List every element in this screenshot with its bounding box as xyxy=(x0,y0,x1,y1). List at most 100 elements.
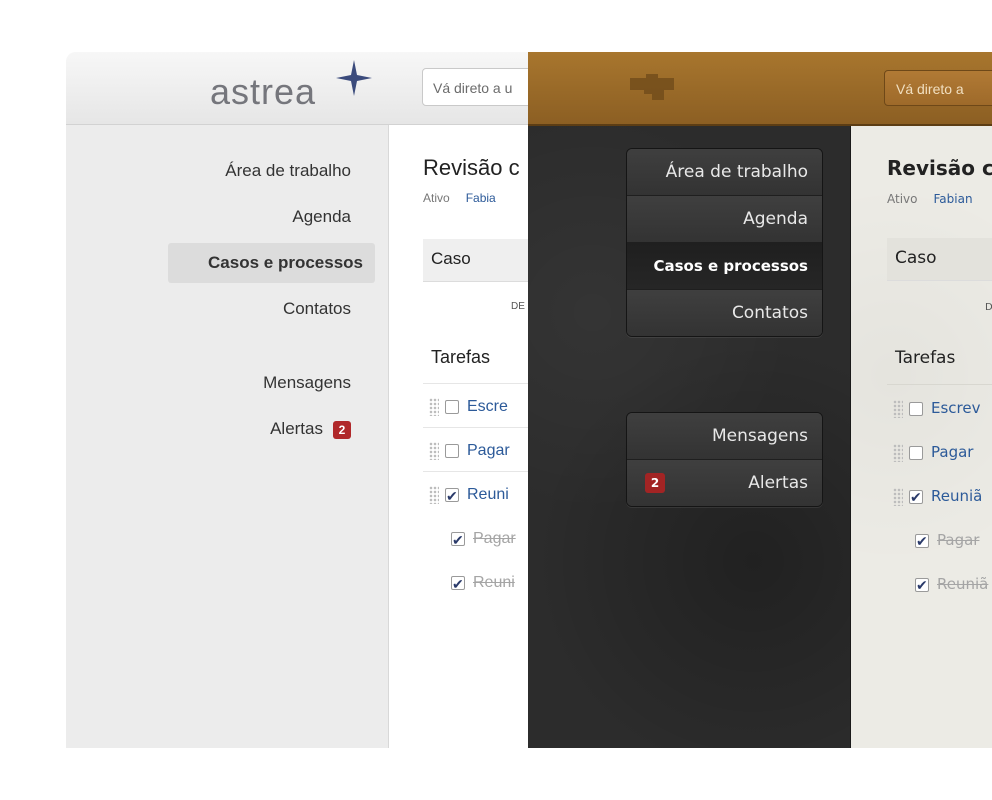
drag-handle-icon[interactable] xyxy=(429,485,439,504)
task-title-done[interactable]: Reuniã xyxy=(937,575,988,593)
drag-handle-icon[interactable] xyxy=(429,397,439,416)
case-meta: Ativo Fabia xyxy=(423,191,496,205)
astrea-logo[interactable]: astrea xyxy=(210,60,382,112)
sidebar-item-label: Área de trabalho xyxy=(225,161,351,180)
sidebar-item-label: Alertas xyxy=(270,419,323,438)
nav-group-primary: Área de trabalho Agenda Casos e processo… xyxy=(626,148,823,337)
task-checkbox-checked[interactable] xyxy=(915,574,929,598)
task-row[interactable]: Reuni xyxy=(429,483,509,508)
tasks-heading: Tarefas xyxy=(431,347,491,367)
case-label: Caso xyxy=(431,249,471,268)
sidebar-item-casos-e-processos[interactable]: Casos e processos xyxy=(627,243,822,290)
puzzle-logo-icon[interactable] xyxy=(624,70,680,106)
drag-handle-icon[interactable] xyxy=(429,441,439,460)
alert-count-badge: 2 xyxy=(645,473,665,493)
task-title[interactable]: Escre xyxy=(467,398,508,415)
sidebar: Área de trabalho Agenda Casos e processo… xyxy=(66,125,389,748)
case-section-header: Caso xyxy=(423,239,528,282)
comparison-frame: astrea Vá direto a u Área de trabalho Ag… xyxy=(66,52,992,748)
divider xyxy=(887,384,992,385)
sidebar-item-area-de-trabalho[interactable]: Área de trabalho xyxy=(627,149,822,196)
task-checkbox-checked[interactable] xyxy=(445,484,459,508)
sidebar-item-label: Alertas xyxy=(748,473,808,493)
task-row-completed[interactable]: Reuniã xyxy=(915,572,988,598)
task-row-completed[interactable]: Pagar xyxy=(915,528,979,554)
search-input[interactable]: Vá direto a xyxy=(884,70,992,106)
de-label: D xyxy=(985,302,992,313)
drag-handle-icon[interactable] xyxy=(893,399,903,418)
drag-handle-icon[interactable] xyxy=(893,443,903,462)
task-title[interactable]: Pagar xyxy=(467,442,510,459)
paper-main-content: Revisão co Ativo Fabian Caso D Tarefas Es… xyxy=(851,126,992,748)
sidebar-item-label: Agenda xyxy=(292,207,351,226)
sidebar-item-label: Casos e processos xyxy=(653,257,808,275)
task-title-done[interactable]: Reuni xyxy=(473,574,515,591)
page-title: Revisão c xyxy=(423,155,520,180)
task-checkbox[interactable] xyxy=(445,399,459,414)
divider xyxy=(423,427,528,428)
case-section-header: Caso xyxy=(887,238,992,281)
sidebar-item-casos-e-processos[interactable]: Casos e processos xyxy=(168,243,375,283)
task-row[interactable]: Escrev xyxy=(893,396,980,420)
case-label: Caso xyxy=(895,248,937,268)
task-checkbox-checked[interactable] xyxy=(909,486,923,510)
sidebar-item-mensagens[interactable]: Mensagens xyxy=(627,413,822,460)
task-row-completed[interactable]: Reuni xyxy=(451,571,515,596)
task-title-done[interactable]: Pagar xyxy=(473,530,516,547)
sidebar-item-agenda[interactable]: Agenda xyxy=(627,196,822,243)
star-icon xyxy=(336,60,372,96)
skeuomorphic-panel: Vá direto a Área de trabalho Agenda Caso… xyxy=(528,52,992,748)
status-text: Ativo xyxy=(887,192,918,206)
sidebar-item-contatos[interactable]: Contatos xyxy=(627,290,822,336)
task-checkbox-checked[interactable] xyxy=(451,528,465,552)
divider xyxy=(423,383,528,384)
task-title[interactable]: Reuniã xyxy=(931,487,982,505)
sidebar-item-alertas[interactable]: 2 Alertas xyxy=(627,460,822,506)
sidebar-item-alertas[interactable]: Alertas 2 xyxy=(254,409,363,449)
status-text: Ativo xyxy=(423,191,450,205)
task-checkbox-checked[interactable] xyxy=(451,572,465,596)
sidebar-item-label: Área de trabalho xyxy=(665,162,808,182)
sidebar-item-agenda[interactable]: Agenda xyxy=(276,197,363,237)
sidebar-item-label: Casos e processos xyxy=(208,253,363,272)
sidebar-item-label: Agenda xyxy=(743,209,808,229)
sidebar-item-contatos[interactable]: Contatos xyxy=(267,289,363,329)
task-row[interactable]: Pagar xyxy=(893,440,973,464)
leather-sidebar: Área de trabalho Agenda Casos e processo… xyxy=(528,126,851,748)
sidebar-item-label: Mensagens xyxy=(711,426,808,446)
task-row[interactable]: Escre xyxy=(429,395,508,419)
task-row-completed[interactable]: Pagar xyxy=(451,527,516,552)
de-label: DE xyxy=(511,301,525,312)
nav-group-secondary: Mensagens 2 Alertas xyxy=(626,412,823,507)
main-content: Revisão c Ativo Fabia Caso DE Tarefas Esc… xyxy=(389,125,528,748)
sidebar-item-area-de-trabalho[interactable]: Área de trabalho xyxy=(209,151,363,191)
task-title[interactable]: Escrev xyxy=(931,399,980,417)
task-checkbox[interactable] xyxy=(445,443,459,458)
task-checkbox-checked[interactable] xyxy=(915,530,929,554)
search-input[interactable]: Vá direto a u xyxy=(422,68,528,106)
task-checkbox[interactable] xyxy=(909,401,923,416)
task-row[interactable]: Pagar xyxy=(429,439,510,463)
sidebar-item-label: Mensagens xyxy=(263,373,351,392)
search-placeholder: Vá direto a u xyxy=(433,80,513,96)
logo-text: astrea xyxy=(210,71,317,112)
flat-design-panel: astrea Vá direto a u Área de trabalho Ag… xyxy=(66,52,528,748)
case-meta: Ativo Fabian xyxy=(887,192,973,206)
task-title[interactable]: Pagar xyxy=(931,443,973,461)
header-bar: astrea Vá direto a u xyxy=(66,52,528,125)
tasks-heading: Tarefas xyxy=(895,348,956,368)
divider xyxy=(423,471,528,472)
sidebar-item-label: Contatos xyxy=(731,303,808,323)
owner-link[interactable]: Fabia xyxy=(466,191,496,205)
task-title[interactable]: Reuni xyxy=(467,486,509,503)
sidebar-item-mensagens[interactable]: Mensagens xyxy=(247,363,363,403)
alert-count-badge: 2 xyxy=(333,420,351,439)
task-row[interactable]: Reuniã xyxy=(893,484,982,510)
search-placeholder: Vá direto a xyxy=(896,81,964,97)
page-title: Revisão co xyxy=(887,156,992,180)
owner-link[interactable]: Fabian xyxy=(933,192,972,206)
task-title-done[interactable]: Pagar xyxy=(937,531,979,549)
sidebar-item-label: Contatos xyxy=(282,299,351,318)
task-checkbox[interactable] xyxy=(909,445,923,460)
drag-handle-icon[interactable] xyxy=(893,487,903,506)
